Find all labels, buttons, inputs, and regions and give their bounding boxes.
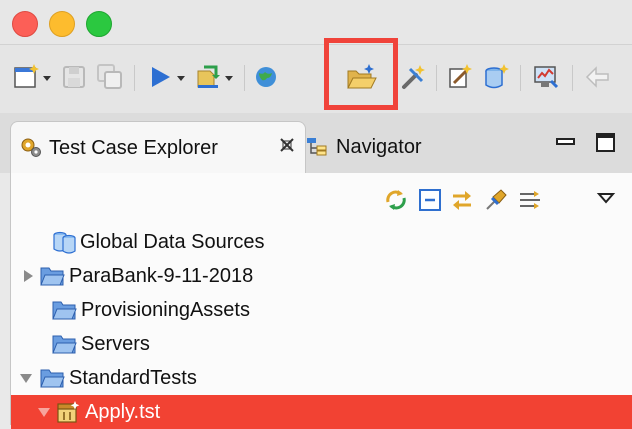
- collapse-all-icon[interactable]: [417, 187, 443, 213]
- filter-icon[interactable]: [517, 187, 543, 213]
- deploy-dropdown-arrow[interactable]: [224, 73, 234, 83]
- tree-item-provisioning-assets[interactable]: ProvisioningAssets: [11, 293, 632, 327]
- toolbar-separator: [436, 65, 437, 91]
- window-minimize-button[interactable]: [49, 11, 75, 37]
- save-all-icon[interactable]: [96, 63, 124, 91]
- back-icon[interactable]: [584, 63, 612, 91]
- tab-navigator[interactable]: Navigator: [306, 121, 506, 173]
- view-menu-icon[interactable]: [596, 191, 616, 205]
- toolbar-separator: [134, 65, 135, 91]
- tree-item-servers[interactable]: Servers: [11, 327, 632, 361]
- folder-icon: [51, 298, 77, 322]
- gear-icon: [19, 135, 43, 159]
- tree-item-apply-tst[interactable]: Apply.tst: [11, 395, 632, 429]
- new-dropdown-arrow[interactable]: [42, 73, 52, 83]
- window-zoom-button[interactable]: [86, 11, 112, 37]
- main-toolbar: [0, 44, 632, 114]
- minimize-view-icon[interactable]: [556, 135, 576, 153]
- run-icon[interactable]: [146, 63, 174, 91]
- test-case-explorer-view: Global Data Sources ParaBank-9-11-2018 P…: [10, 173, 632, 429]
- tree-item-label: Apply.tst: [85, 401, 161, 423]
- collapse-arrow-icon[interactable]: [37, 405, 51, 419]
- link-with-editor-icon[interactable]: [449, 187, 475, 213]
- wizard-icon[interactable]: [446, 63, 474, 91]
- view-toolbar: [11, 173, 632, 225]
- new-data-source-icon[interactable]: [482, 63, 510, 91]
- folder-icon: [51, 332, 77, 356]
- folder-icon: [39, 264, 65, 288]
- toolbar-separator: [572, 65, 573, 91]
- tree-item-label: Servers: [81, 333, 150, 355]
- refresh-icon[interactable]: [383, 187, 409, 213]
- tree-item-label: ProvisioningAssets: [81, 299, 250, 321]
- collapse-arrow-icon[interactable]: [19, 371, 33, 385]
- tab-test-case-explorer[interactable]: Test Case Explorer: [10, 121, 306, 174]
- maximize-view-icon[interactable]: [596, 133, 616, 158]
- window-titlebar: [0, 0, 632, 44]
- pin-icon[interactable]: [483, 187, 509, 213]
- test-suite-icon: [55, 400, 81, 424]
- monitor-icon[interactable]: [532, 63, 560, 91]
- tree-item-label: StandardTests: [69, 367, 197, 389]
- tools-icon[interactable]: [400, 63, 428, 91]
- tab-label: Navigator: [336, 136, 422, 158]
- tree-item-parabank[interactable]: ParaBank-9-11-2018: [11, 259, 632, 293]
- toolbar-separator: [244, 65, 245, 91]
- highlight-box: [324, 38, 398, 110]
- close-icon[interactable]: [278, 136, 296, 159]
- view-tabs-bar: Test Case Explorer Navigator: [0, 113, 632, 174]
- folder-icon: [39, 366, 65, 390]
- tree-item-label: ParaBank-9-11-2018: [69, 265, 254, 287]
- data-source-icon: [51, 230, 77, 254]
- expand-arrow-icon[interactable]: [21, 269, 35, 283]
- globe-icon[interactable]: [254, 63, 278, 91]
- run-dropdown-arrow[interactable]: [176, 73, 186, 83]
- tree-item-global-data-sources[interactable]: Global Data Sources: [11, 225, 632, 259]
- deploy-icon[interactable]: [194, 63, 222, 91]
- tree-item-standard-tests[interactable]: StandardTests: [11, 361, 632, 395]
- toolbar-separator: [520, 65, 521, 91]
- tree-item-label: Global Data Sources: [80, 231, 265, 253]
- window-close-button[interactable]: [12, 11, 38, 37]
- tab-label: Test Case Explorer: [49, 137, 218, 159]
- navigator-icon: [306, 136, 328, 158]
- new-icon[interactable]: [12, 63, 40, 91]
- save-icon[interactable]: [60, 63, 88, 91]
